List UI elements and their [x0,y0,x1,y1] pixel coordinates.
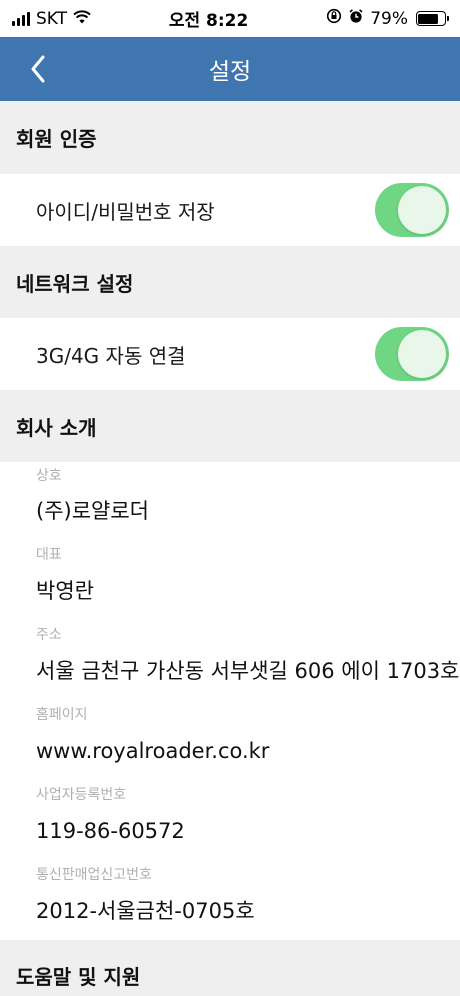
battery-percent: 79% [370,8,408,29]
settings-screen: SKT 오전 8:22 79% 설정 회원 인증 아이디/비밀번호 저장 네트워… [0,0,460,996]
section-header-company: 회사 소개 [0,390,460,462]
ceo-label: 대표 [36,547,62,563]
address-value: 서울 금천구 가산동 서부샛길 606 에이 1703호 [36,659,460,683]
business-number-label: 사업자등록번호 [36,787,127,803]
section-header-member-auth: 회원 인증 [0,101,460,174]
save-credentials-row: 아이디/비밀번호 저장 [0,174,460,246]
carrier-label: SKT [36,8,68,29]
company-info-list: 상호 (주)로얄로더 대표 박영란 주소 서울 금천구 가산동 서부샛길 606… [0,462,460,940]
auto-connect-label: 3G/4G 자동 연결 [36,343,186,368]
business-number-value: 119-86-60572 [36,819,185,843]
homepage-label: 홈페이지 [36,707,88,723]
battery-icon [415,11,449,26]
navigation-bar: 설정 [0,37,460,101]
auto-connect-row: 3G/4G 자동 연결 [0,318,460,390]
chevron-left-icon [31,55,45,83]
save-credentials-label: 아이디/비밀번호 저장 [36,199,215,224]
company-name-label: 상호 [36,468,62,484]
section-header-help[interactable]: 도움말 및 지원 [0,940,460,996]
company-name-value: (주)로얄로더 [36,499,149,523]
signal-icon [12,11,30,26]
address-label: 주소 [36,627,62,643]
save-credentials-toggle[interactable] [375,183,449,237]
toggle-knob [398,330,446,378]
section-header-network: 네트워크 설정 [0,246,460,318]
ceo-value: 박영란 [36,579,94,603]
status-left: SKT [12,9,91,29]
auto-connect-toggle[interactable] [375,327,449,381]
back-button[interactable] [18,37,58,101]
ecommerce-number-value: 2012-서울금천-0705호 [36,899,255,923]
status-right: 79% [326,8,449,29]
status-bar: SKT 오전 8:22 79% [0,0,460,37]
toggle-knob [398,186,446,234]
status-time: 오전 8:22 [168,11,249,31]
ecommerce-number-label: 통신판매업신고번호 [36,867,152,883]
alarm-icon [348,8,364,29]
orientation-lock-icon [326,8,342,29]
homepage-value: www.royalroader.co.kr [36,739,270,763]
wifi-icon [73,9,91,29]
battery-level [418,13,439,24]
page-title: 설정 [208,59,252,85]
